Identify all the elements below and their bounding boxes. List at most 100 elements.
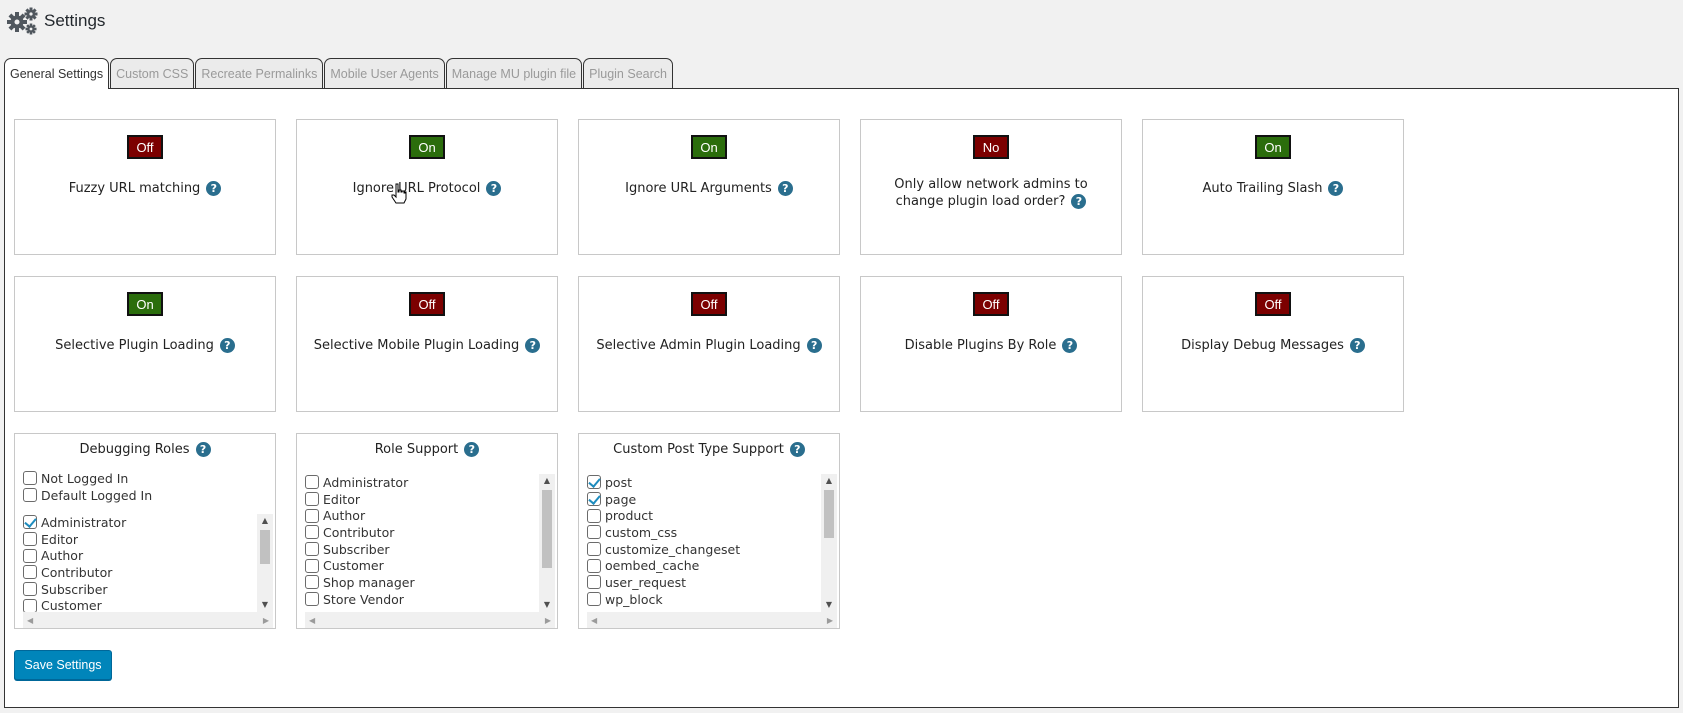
checkbox[interactable] <box>587 508 601 523</box>
display-debug-messages-toggle[interactable]: Off <box>1255 292 1291 316</box>
network-admins-toggle[interactable]: No <box>973 135 1009 159</box>
help-icon[interactable]: ? <box>464 442 480 457</box>
list-item[interactable]: Contributor <box>305 524 537 541</box>
list-item[interactable]: Administrator <box>305 474 537 491</box>
horizontal-scrollbar[interactable]: ◀ ▶ <box>587 612 837 628</box>
help-icon[interactable]: ? <box>1328 181 1344 196</box>
ignore-url-arguments-toggle[interactable]: On <box>691 135 727 159</box>
checkbox[interactable] <box>23 582 37 597</box>
scroll-up-icon[interactable]: ▲ <box>821 474 837 488</box>
list-item[interactable]: Author <box>305 507 537 524</box>
checkbox[interactable] <box>305 592 319 607</box>
save-settings-button[interactable]: Save Settings <box>14 650 112 680</box>
scroll-right-icon[interactable]: ▶ <box>545 616 551 625</box>
list-item[interactable]: Shop manager <box>305 574 537 591</box>
checkbox[interactable] <box>23 532 37 547</box>
scroll-thumb[interactable] <box>542 490 552 568</box>
scroll-up-icon[interactable]: ▲ <box>257 514 273 528</box>
scroll-left-icon[interactable]: ◀ <box>591 616 597 625</box>
list-item[interactable]: custom_css <box>587 524 819 541</box>
checkbox[interactable] <box>23 488 37 503</box>
list-item[interactable]: Administrator <box>23 514 255 531</box>
role-support-scroll-list[interactable]: Administrator Editor Author Contributor … <box>305 474 555 628</box>
list-item[interactable]: Subscriber <box>23 581 255 598</box>
selective-admin-plugin-loading-toggle[interactable]: Off <box>691 292 727 316</box>
vertical-scrollbar[interactable]: ▲ ▼ <box>257 514 273 612</box>
horizontal-scrollbar[interactable]: ◀ ▶ <box>23 612 273 628</box>
help-icon[interactable]: ? <box>195 442 211 457</box>
scroll-down-icon[interactable]: ▼ <box>257 598 273 612</box>
help-icon[interactable]: ? <box>1062 338 1078 353</box>
checkbox[interactable] <box>587 592 601 607</box>
selective-plugin-loading-toggle[interactable]: On <box>127 292 163 316</box>
scroll-thumb[interactable] <box>824 490 834 538</box>
checkbox[interactable] <box>23 598 37 613</box>
debugging-roles-scroll-list[interactable]: Administrator Editor Author Contributor … <box>23 514 273 628</box>
help-icon[interactable]: ? <box>1349 338 1365 353</box>
tab-plugin-search[interactable]: Plugin Search <box>583 58 673 88</box>
help-icon[interactable]: ? <box>806 338 822 353</box>
disable-plugins-by-role-toggle[interactable]: Off <box>973 292 1009 316</box>
list-item[interactable]: Subscriber <box>305 541 537 558</box>
checkbox[interactable] <box>587 558 601 573</box>
checkbox[interactable] <box>23 471 37 486</box>
help-icon[interactable]: ? <box>777 181 793 196</box>
scroll-left-icon[interactable]: ◀ <box>27 616 33 625</box>
checkbox[interactable] <box>305 525 319 540</box>
checkbox[interactable] <box>305 542 319 557</box>
help-icon[interactable]: ? <box>1071 194 1087 209</box>
help-icon[interactable]: ? <box>486 181 502 196</box>
checkbox[interactable] <box>587 492 601 507</box>
list-item[interactable]: Default Logged In <box>23 487 263 504</box>
checkbox[interactable] <box>23 548 37 563</box>
ignore-url-protocol-toggle[interactable]: On <box>409 135 445 159</box>
checkbox[interactable] <box>23 515 37 530</box>
fuzzy-url-toggle[interactable]: Off <box>127 135 163 159</box>
list-item[interactable]: Customer <box>305 557 537 574</box>
list-item[interactable]: wp_block <box>587 591 819 608</box>
list-item[interactable]: page <box>587 491 819 508</box>
checkbox[interactable] <box>587 475 601 490</box>
help-icon[interactable]: ? <box>219 338 235 353</box>
checkbox[interactable] <box>305 492 319 507</box>
scroll-up-icon[interactable]: ▲ <box>539 474 555 488</box>
scroll-down-icon[interactable]: ▼ <box>821 598 837 612</box>
help-icon[interactable]: ? <box>206 181 222 196</box>
list-item[interactable]: Contributor <box>23 564 255 581</box>
tab-recreate-permalinks[interactable]: Recreate Permalinks <box>195 58 324 88</box>
auto-trailing-slash-toggle[interactable]: On <box>1255 135 1291 159</box>
list-item[interactable]: Not Logged In <box>23 470 263 487</box>
list-item[interactable]: Author <box>23 547 255 564</box>
help-icon[interactable]: ? <box>789 442 805 457</box>
scroll-thumb[interactable] <box>260 530 270 564</box>
tab-custom-css[interactable]: Custom CSS <box>110 58 195 88</box>
list-item[interactable]: customize_changeset <box>587 541 819 558</box>
custom-post-type-scroll-list[interactable]: post page product custom_css customize_c… <box>587 474 837 628</box>
list-item[interactable]: product <box>587 507 819 524</box>
checkbox[interactable] <box>305 508 319 523</box>
help-icon[interactable]: ? <box>525 338 541 353</box>
list-item[interactable]: Store Vendor <box>305 591 537 608</box>
list-item[interactable]: post <box>587 474 819 491</box>
scroll-right-icon[interactable]: ▶ <box>827 616 833 625</box>
scroll-right-icon[interactable]: ▶ <box>263 616 269 625</box>
tab-mobile-user-agents[interactable]: Mobile User Agents <box>324 58 445 88</box>
list-item[interactable]: Editor <box>23 531 255 548</box>
tab-general-settings[interactable]: General Settings <box>4 58 110 89</box>
checkbox[interactable] <box>23 565 37 580</box>
selective-mobile-plugin-loading-toggle[interactable]: Off <box>409 292 445 316</box>
list-item[interactable]: Editor <box>305 491 537 508</box>
checkbox[interactable] <box>305 575 319 590</box>
list-item[interactable]: oembed_cache <box>587 557 819 574</box>
list-item[interactable]: user_request <box>587 574 819 591</box>
checkbox[interactable] <box>587 575 601 590</box>
horizontal-scrollbar[interactable]: ◀ ▶ <box>305 612 555 628</box>
checkbox[interactable] <box>587 542 601 557</box>
scroll-down-icon[interactable]: ▼ <box>539 598 555 612</box>
checkbox[interactable] <box>587 525 601 540</box>
vertical-scrollbar[interactable]: ▲ ▼ <box>539 474 555 612</box>
checkbox[interactable] <box>305 475 319 490</box>
vertical-scrollbar[interactable]: ▲ ▼ <box>821 474 837 612</box>
checkbox[interactable] <box>305 558 319 573</box>
tab-manage-mu-plugin-file[interactable]: Manage MU plugin file <box>445 58 583 88</box>
